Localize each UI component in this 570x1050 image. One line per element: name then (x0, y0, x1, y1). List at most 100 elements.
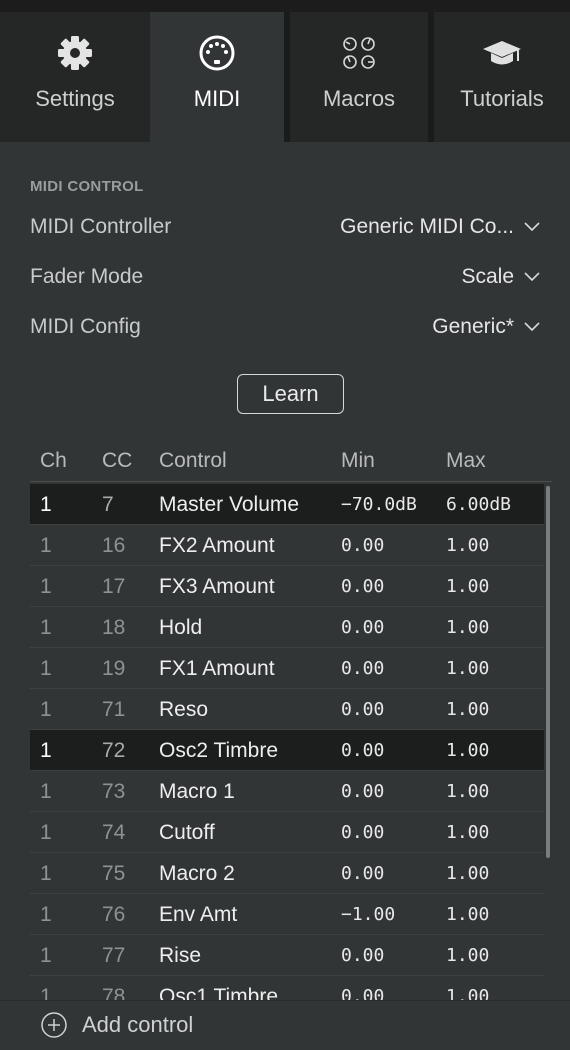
row-control: Reso (159, 698, 209, 721)
table-row[interactable]: 1 18 Hold 0.00 1.00 (30, 607, 544, 648)
add-control-label: Add control (82, 1012, 194, 1037)
row-control: Macro 1 (159, 780, 235, 803)
row-min: 0.00 (341, 781, 385, 802)
row-cc: 73 (102, 780, 126, 803)
midi-config-value: Generic* (432, 315, 514, 338)
row-max: 1.00 (446, 699, 490, 720)
row-min: 0.00 (341, 576, 385, 597)
row-cc: 19 (102, 657, 126, 680)
row-ch: 1 (40, 944, 52, 967)
midi-port-icon (197, 30, 237, 76)
midi-controller-value: Generic MIDI Co... (340, 215, 514, 238)
row-control: Rise (159, 944, 202, 967)
header-max: Max (446, 449, 486, 472)
scrollbar[interactable] (546, 486, 550, 858)
table-row[interactable]: 1 72 Osc2 Timbre 0.00 1.00 (30, 730, 544, 771)
row-max: 1.00 (446, 863, 490, 884)
row-control: FX1 Amount (159, 657, 275, 680)
table-row[interactable]: 1 76 Env Amt −1.00 1.00 (30, 894, 544, 935)
row-ch: 1 (40, 534, 52, 557)
row-min: 0.00 (341, 658, 385, 679)
gear-icon (55, 30, 95, 76)
row-ch: 1 (40, 862, 52, 885)
tab-midi-label: MIDI (193, 86, 241, 111)
row-cc: 7 (102, 493, 114, 516)
row-control: Osc2 Timbre (159, 739, 279, 762)
tab-tutorials[interactable]: Tutorials (434, 12, 570, 142)
row-cc: 71 (102, 698, 126, 721)
header-cc: CC (102, 449, 133, 472)
row-min: 0.00 (341, 822, 385, 843)
learn-button[interactable]: Learn (237, 374, 344, 414)
row-max: 6.00dB (446, 494, 512, 515)
plus-circle-icon (41, 1012, 67, 1038)
row-min: 0.00 (341, 945, 385, 966)
row-ch: 1 (40, 657, 52, 680)
row-min: −70.0dB (341, 494, 417, 515)
row-control: Env Amt (159, 903, 238, 926)
row-cc: 17 (102, 575, 126, 598)
row-min: 0.00 (341, 986, 385, 1000)
tab-macros-label: Macros (322, 86, 396, 111)
table-row[interactable]: 1 77 Rise 0.00 1.00 (30, 935, 544, 976)
row-control: Hold (159, 616, 203, 639)
row-max: 1.00 (446, 904, 490, 925)
midi-controller-dropdown[interactable]: Generic MIDI Co... (340, 215, 540, 239)
tab-macros[interactable]: Macros (290, 12, 428, 142)
table-header: Ch CC Control Min Max (30, 440, 552, 482)
fader-mode-label: Fader Mode (30, 265, 144, 288)
chevron-down-icon (524, 222, 540, 232)
row-max: 1.00 (446, 617, 490, 638)
table-body[interactable]: 1 7 Master Volume −70.0dB 6.00dB 1 16 FX2 Amoun… (30, 484, 552, 1000)
table-row[interactable]: 1 74 Cutoff 0.00 1.00 (30, 812, 544, 853)
table-row[interactable]: 1 73 Macro 1 0.00 1.00 (30, 771, 544, 812)
row-min: 0.00 (341, 535, 385, 556)
table-row[interactable]: 1 71 Reso 0.00 1.00 (30, 689, 544, 730)
row-max: 1.00 (446, 535, 490, 556)
tab-tutorials-label: Tutorials (460, 86, 544, 111)
midi-config-dropdown[interactable]: Generic* (432, 315, 540, 339)
table-row[interactable]: 1 16 FX2 Amount 0.00 1.00 (30, 525, 544, 566)
midi-config-label: MIDI Config (30, 315, 141, 338)
table-row[interactable]: 1 17 FX3 Amount 0.00 1.00 (30, 566, 544, 607)
chevron-down-icon (524, 272, 540, 282)
window-top-bar (0, 0, 570, 12)
header-control: Control (159, 449, 227, 472)
table-row[interactable]: 1 75 Macro 2 0.00 1.00 (30, 853, 544, 894)
tab-midi[interactable]: MIDI (150, 12, 284, 142)
row-min: 0.00 (341, 617, 385, 638)
row-control: Macro 2 (159, 862, 235, 885)
row-max: 1.00 (446, 822, 490, 843)
table-row[interactable]: 1 7 Master Volume −70.0dB 6.00dB (30, 484, 544, 525)
row-min: −1.00 (341, 904, 396, 925)
macro-knobs-icon (339, 30, 379, 76)
row-ch: 1 (40, 616, 52, 639)
row-max: 1.00 (446, 986, 490, 1000)
midi-controller-row: MIDI Controller Generic MIDI Co... (30, 207, 540, 247)
row-max: 1.00 (446, 740, 490, 761)
fader-mode-dropdown[interactable]: Scale (461, 265, 540, 289)
footer: Add control (0, 1000, 570, 1050)
table-row[interactable]: 1 78 Osc1 Timbre 0.00 1.00 (30, 976, 544, 1000)
row-ch: 1 (40, 903, 52, 926)
row-max: 1.00 (446, 658, 490, 679)
row-cc: 18 (102, 616, 126, 639)
tab-settings[interactable]: Settings (0, 12, 150, 142)
row-cc: 16 (102, 534, 126, 557)
tab-settings-label: Settings (35, 86, 115, 111)
tab-bar: Settings MIDI Macros Tutorials (0, 12, 570, 142)
row-cc: 76 (102, 903, 126, 926)
table-row[interactable]: 1 19 FX1 Amount 0.00 1.00 (30, 648, 544, 689)
chevron-down-icon (524, 322, 540, 332)
midi-config-row: MIDI Config Generic* (30, 307, 540, 347)
row-control: Master Volume (159, 493, 300, 516)
row-control: FX3 Amount (159, 575, 275, 598)
row-ch: 1 (40, 698, 52, 721)
row-min: 0.00 (341, 740, 385, 761)
row-ch: 1 (40, 780, 52, 803)
row-max: 1.00 (446, 576, 490, 597)
add-control-button[interactable]: Add control (40, 1011, 193, 1039)
row-control: FX2 Amount (159, 534, 275, 557)
row-min: 0.00 (341, 863, 385, 884)
section-title: MIDI CONTROL (30, 178, 144, 195)
